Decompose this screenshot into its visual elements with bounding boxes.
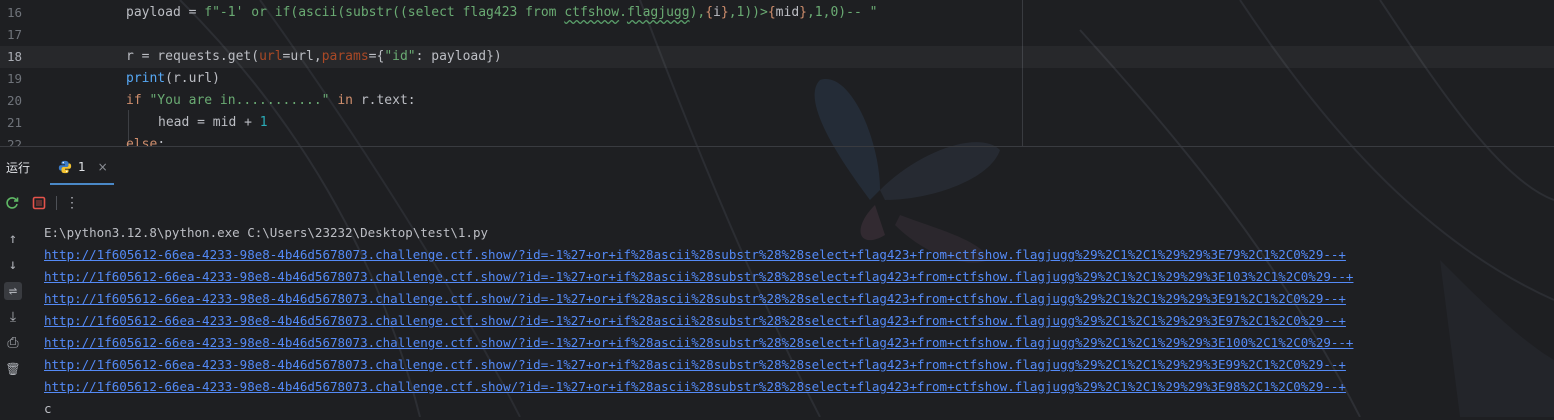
console-url-link[interactable]: http://1f605612-66ea-4233-98e8-4b46d5678… — [44, 335, 1353, 350]
editor-line[interactable]: 18 r = requests.get(url=url,params={"id":… — [0, 46, 1554, 68]
console-url-list: http://1f605612-66ea-4233-98e8-4b46d5678… — [44, 244, 1353, 398]
python-icon — [58, 160, 72, 174]
editor-line[interactable]: 19 print(r.url) — [0, 68, 1554, 90]
line-number: 16 — [6, 5, 22, 20]
code-editor[interactable]: 16 payload = f"-1' or if(ascii(substr((se… — [0, 0, 1554, 146]
code-text: else: — [126, 137, 166, 146]
code-text: if "You are in..........." in r.text: — [126, 93, 416, 108]
editor-line[interactable]: 20 if "You are in..........." in r.text: — [0, 90, 1554, 112]
run-tab[interactable]: 1 × — [58, 157, 108, 177]
rerun-icon[interactable] — [2, 193, 22, 213]
editor-line[interactable]: 21 head = mid + 1 — [0, 112, 1554, 134]
stop-icon[interactable] — [29, 193, 49, 213]
line-number: 18 — [6, 49, 22, 64]
soft-wrap-icon[interactable]: ⇌ — [4, 282, 22, 300]
console-url-link[interactable]: http://1f605612-66ea-4233-98e8-4b46d5678… — [44, 247, 1346, 262]
scroll-to-end-icon[interactable]: ⤓ — [4, 308, 22, 326]
code-text: r = requests.get(url=url,params={"id": p… — [126, 49, 502, 64]
print-icon[interactable]: ⎙ — [4, 334, 22, 352]
close-tab-icon[interactable]: × — [98, 160, 108, 174]
console-sidebar: ↑ ↓ ⇌ ⤓ ⎙ 🗑 — [0, 226, 26, 416]
console-url-line: http://1f605612-66ea-4233-98e8-4b46d5678… — [44, 288, 1353, 310]
arrow-down-icon[interactable]: ↓ — [4, 256, 22, 274]
console-url-line: http://1f605612-66ea-4233-98e8-4b46d5678… — [44, 266, 1353, 288]
line-number: 17 — [6, 27, 22, 42]
editor-line[interactable]: 17 — [0, 24, 1554, 46]
console-url-link[interactable]: http://1f605612-66ea-4233-98e8-4b46d5678… — [44, 379, 1346, 394]
run-window-title: 运行 — [6, 161, 31, 175]
run-tab-label: 1 — [78, 160, 86, 174]
console-url-link[interactable]: http://1f605612-66ea-4233-98e8-4b46d5678… — [44, 269, 1353, 284]
active-tab-indicator — [50, 183, 114, 185]
code-text: print(r.url) — [126, 71, 220, 86]
code-text: head = mid + 1 — [158, 115, 268, 130]
console-url-line: http://1f605612-66ea-4233-98e8-4b46d5678… — [44, 332, 1353, 354]
code-text: payload = f"-1' or if(ascii(substr((sele… — [126, 5, 878, 20]
editor-line[interactable]: 22 else: — [0, 134, 1554, 146]
line-number: 22 — [6, 137, 22, 146]
line-number: 20 — [6, 93, 22, 108]
console-url-link[interactable]: http://1f605612-66ea-4233-98e8-4b46d5678… — [44, 291, 1346, 306]
arrow-up-icon[interactable]: ↑ — [4, 230, 22, 248]
console-url-line: http://1f605612-66ea-4233-98e8-4b46d5678… — [44, 244, 1353, 266]
console-url-link[interactable]: http://1f605612-66ea-4233-98e8-4b46d5678… — [44, 313, 1346, 328]
console-output[interactable]: E:\python3.12.8\python.exe C:\Users\2323… — [44, 222, 1353, 420]
line-number: 19 — [6, 71, 22, 86]
console-url-line: http://1f605612-66ea-4233-98e8-4b46d5678… — [44, 376, 1353, 398]
more-vertical-icon[interactable]: ⋮ — [62, 193, 82, 213]
console-url-link[interactable]: http://1f605612-66ea-4233-98e8-4b46d5678… — [44, 357, 1346, 372]
run-tool-window-header: 运行 1 × — [0, 146, 1554, 187]
line-number: 21 — [6, 115, 22, 130]
trash-icon[interactable]: 🗑 — [4, 360, 22, 378]
toolbar-separator — [56, 196, 57, 210]
console-url-line: http://1f605612-66ea-4233-98e8-4b46d5678… — [44, 354, 1353, 376]
console-url-line: http://1f605612-66ea-4233-98e8-4b46d5678… — [44, 310, 1353, 332]
console-command-line: E:\python3.12.8\python.exe C:\Users\2323… — [44, 225, 489, 240]
editor-line[interactable]: 16 payload = f"-1' or if(ascii(substr((se… — [0, 2, 1554, 24]
